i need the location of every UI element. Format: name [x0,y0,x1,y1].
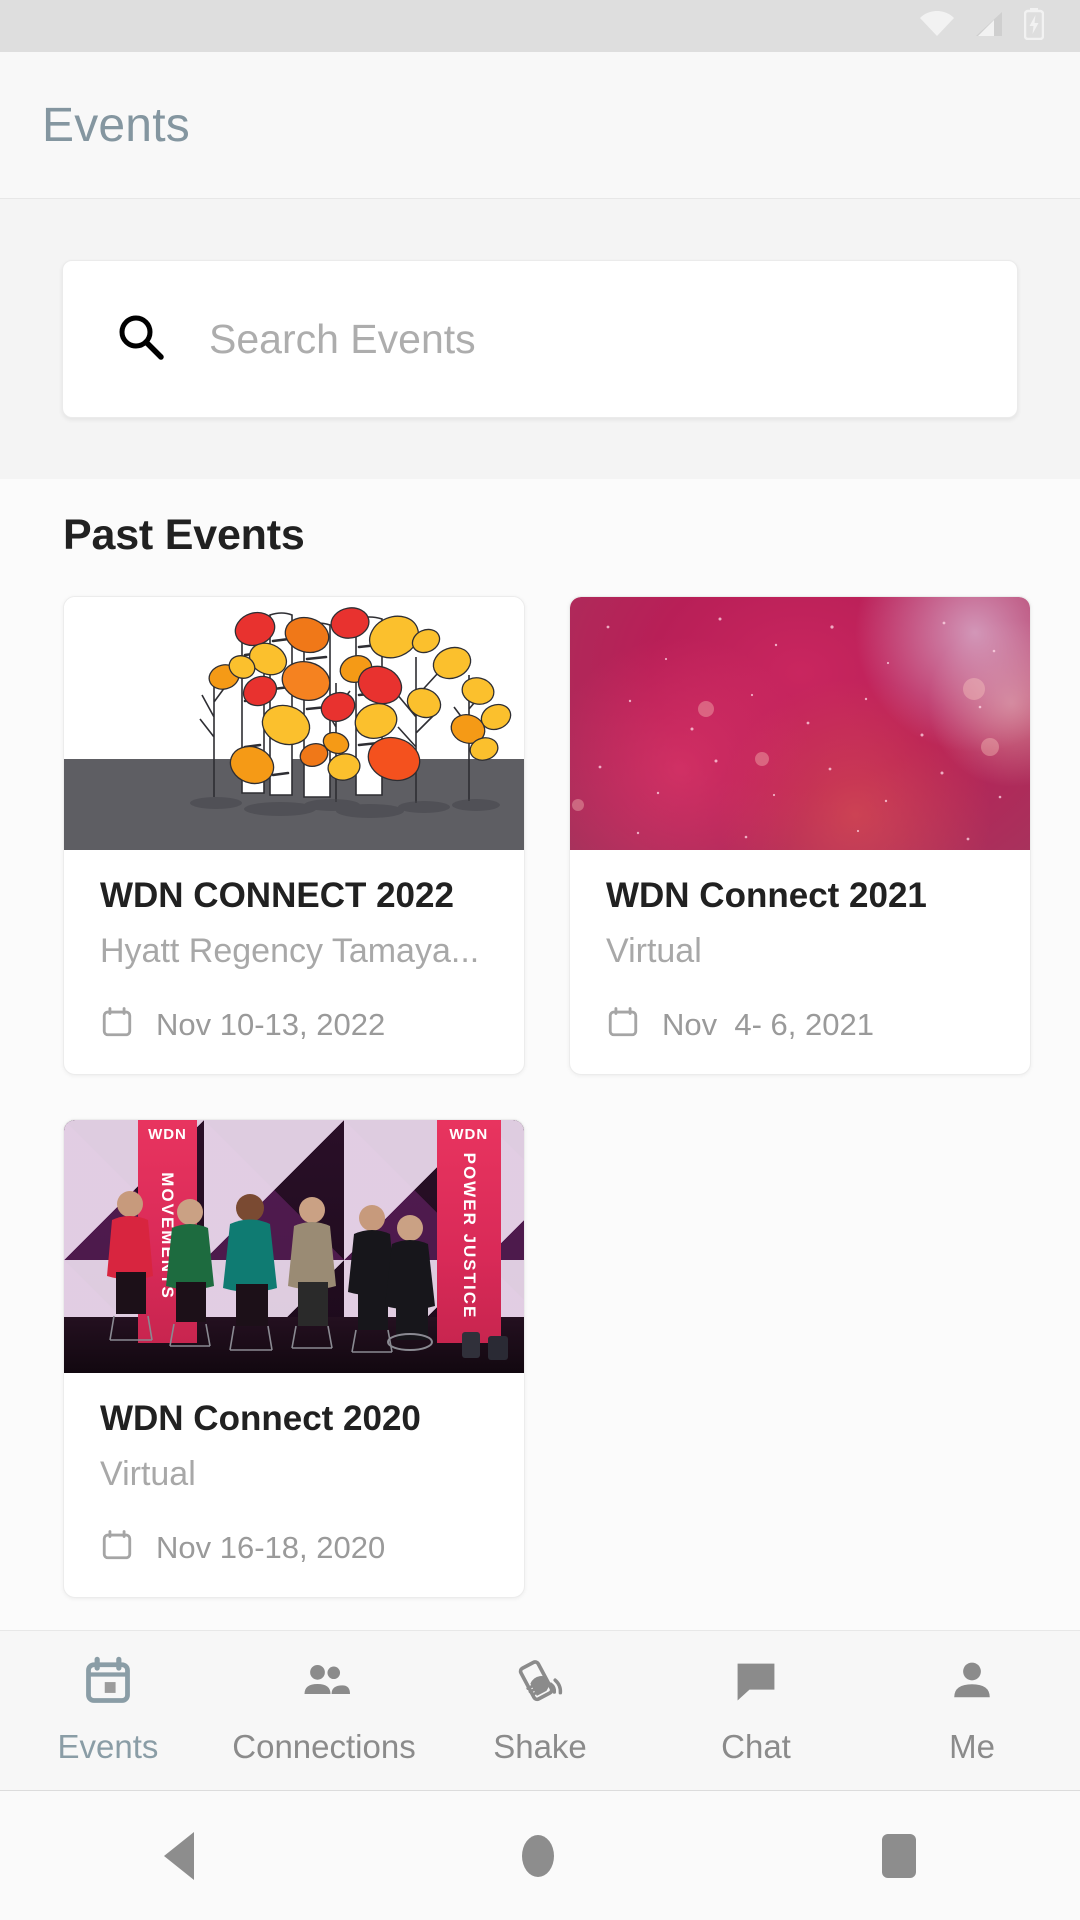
event-date-row: Nov 16-18, 2020 [100,1528,488,1567]
nav-item-events[interactable]: Events [0,1655,216,1766]
back-button[interactable] [164,1831,194,1880]
battery-charging-icon [1023,7,1045,45]
people-icon [298,1655,350,1712]
bottom-navigation: Events Connections Shake Chat Me [0,1630,1080,1790]
event-title: WDN CONNECT 2022 [100,876,454,915]
calendar-icon [606,1005,640,1044]
search-input[interactable]: Search Events [62,260,1018,418]
home-button[interactable] [522,1834,554,1877]
nav-label-shake: Shake [493,1728,587,1765]
nav-item-shake[interactable]: Shake [432,1655,648,1766]
autumn-trees-illustration [64,597,524,850]
event-location: Virtual [100,1455,196,1493]
nav-label-events: Events [57,1728,159,1765]
card-body: WDN Connect 2021 Virtual Nov 4- 6, 2021 [570,850,1030,1074]
event-date-row: Nov 10-13, 2022 [100,1005,488,1044]
event-location: Hyatt Regency Tamaya... [100,932,480,970]
shake-phone-icon [514,1655,566,1712]
event-date-row: Nov 4- 6, 2021 [606,1005,994,1044]
search-section: Search Events [0,199,1080,479]
event-title: WDN Connect 2020 [100,1399,421,1438]
section-title: Past Events [63,511,305,559]
status-bar [0,0,1080,52]
event-date: Nov 10-13, 2022 [156,1006,386,1042]
pink-nebula-image [570,597,1030,850]
page-title: Events [42,98,190,152]
nav-label-connections: Connections [232,1728,416,1765]
search-placeholder: Search Events [209,315,476,362]
calendar-icon [100,1005,134,1044]
app-bar: Events [0,52,1080,199]
panel-stage-photo: WDN MOVEMENTS WDN POWER JUSTICE [64,1120,524,1373]
event-date: Nov 4- 6, 2021 [662,1006,874,1042]
wifi-icon [920,10,954,42]
event-title: WDN Connect 2021 [606,876,927,915]
nav-item-chat[interactable]: Chat [648,1655,864,1766]
event-card[interactable]: WDN Connect 2021 Virtual Nov 4- 6, 2021 [569,596,1031,1075]
event-date: Nov 16-18, 2020 [156,1529,386,1565]
system-navigation-bar [0,1790,1080,1920]
nav-item-me[interactable]: Me [864,1655,1080,1766]
calendar-icon [100,1528,134,1567]
nav-label-me: Me [949,1728,995,1765]
events-grid: WDN CONNECT 2022 Hyatt Regency Tamaya...… [0,596,1080,1598]
event-card[interactable]: WDN CONNECT 2022 Hyatt Regency Tamaya...… [63,596,525,1075]
cell-signal-icon [974,11,1004,42]
card-body: WDN Connect 2020 Virtual Nov 16-18, 2020 [64,1373,524,1597]
person-icon [946,1655,998,1712]
search-icon [115,311,167,368]
nav-label-chat: Chat [721,1728,791,1765]
recents-button[interactable] [882,1833,916,1878]
nav-item-connections[interactable]: Connections [216,1655,432,1766]
card-body: WDN CONNECT 2022 Hyatt Regency Tamaya...… [64,850,524,1074]
calendar-icon [82,1655,134,1712]
event-card[interactable]: WDN MOVEMENTS WDN POWER JUSTICE WDN Conn… [63,1119,525,1598]
chat-bubble-icon [730,1655,782,1712]
event-location: Virtual [606,932,702,970]
events-content: Past Events WDN CONNECT 2022 Hyatt Regen… [0,479,1080,1598]
